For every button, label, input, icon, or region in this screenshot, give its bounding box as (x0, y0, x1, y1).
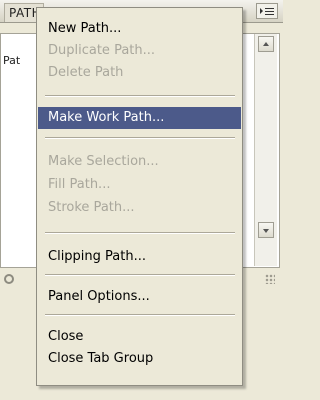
paths-panel-context-menu: New Path... Duplicate Path... Delete Pat… (36, 7, 243, 386)
menu-separator (45, 232, 235, 234)
fill-path-circle-icon[interactable] (4, 274, 14, 284)
menu-item-fill-path[interactable]: Fill Path... (38, 174, 241, 196)
menu-item-panel-options[interactable]: Panel Options... (38, 286, 241, 308)
panel-menu-line-1 (265, 8, 274, 9)
path-row-label[interactable]: Pat (3, 54, 20, 67)
menu-item-make-work-path[interactable]: Make Work Path... (38, 107, 241, 129)
menu-separator (45, 314, 235, 316)
scroll-up-button[interactable] (258, 36, 274, 52)
menu-separator (45, 95, 235, 97)
menu-item-close-tab-group[interactable]: Close Tab Group (38, 348, 241, 370)
menu-item-delete-path[interactable]: Delete Path (38, 62, 241, 84)
menu-item-make-selection[interactable]: Make Selection... (38, 151, 241, 173)
menu-item-duplicate-path[interactable]: Duplicate Path... (38, 40, 241, 62)
panel-menu-button[interactable] (256, 3, 278, 19)
menu-separator (45, 274, 235, 276)
menu-item-new-path[interactable]: New Path... (38, 18, 241, 40)
scroll-down-button[interactable] (258, 222, 274, 238)
panel-menu-icon (260, 8, 263, 14)
scroll-up-arrow-icon (263, 42, 269, 46)
vertical-scrollbar[interactable] (254, 34, 277, 266)
menu-item-close[interactable]: Close (38, 326, 241, 348)
panel-menu-line-3 (265, 14, 274, 15)
resize-grip-icon[interactable] (265, 274, 275, 284)
menu-separator (45, 137, 235, 139)
menu-item-clipping-path[interactable]: Clipping Path... (38, 246, 241, 268)
menu-item-stroke-path[interactable]: Stroke Path... (38, 197, 241, 219)
scroll-down-arrow-icon (263, 229, 269, 233)
panel-menu-line-2 (265, 11, 274, 12)
